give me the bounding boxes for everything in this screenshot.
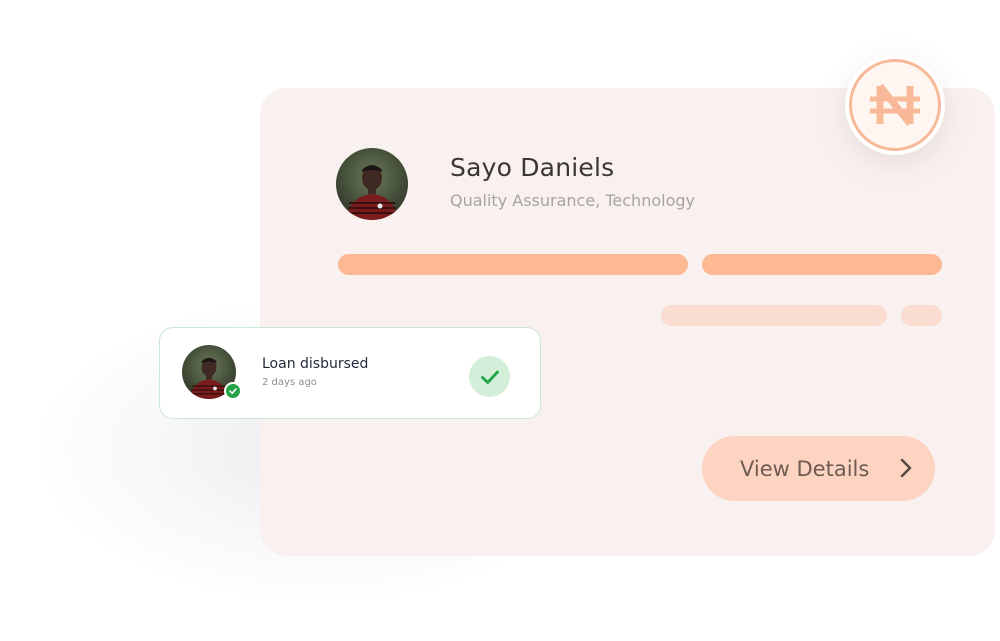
view-details-label: View Details xyxy=(740,456,870,481)
notification-title: Loan disbursed xyxy=(262,356,369,372)
naira-icon xyxy=(849,59,941,151)
placeholder-bar xyxy=(338,254,688,275)
stage: Sayo Daniels Quality Assurance, Technolo… xyxy=(0,0,1000,641)
placeholder-bar xyxy=(901,305,942,326)
avatar xyxy=(336,148,408,220)
profile-role: Quality Assurance, Technology xyxy=(450,191,695,210)
check-icon xyxy=(469,356,510,397)
notification-time: 2 days ago xyxy=(262,377,317,388)
view-details-button[interactable]: View Details xyxy=(702,436,935,501)
profile-name: Sayo Daniels xyxy=(450,153,615,182)
placeholder-bar xyxy=(661,305,887,326)
check-badge-icon xyxy=(224,382,242,400)
chevron-right-icon xyxy=(899,457,913,483)
placeholder-bar xyxy=(702,254,942,275)
